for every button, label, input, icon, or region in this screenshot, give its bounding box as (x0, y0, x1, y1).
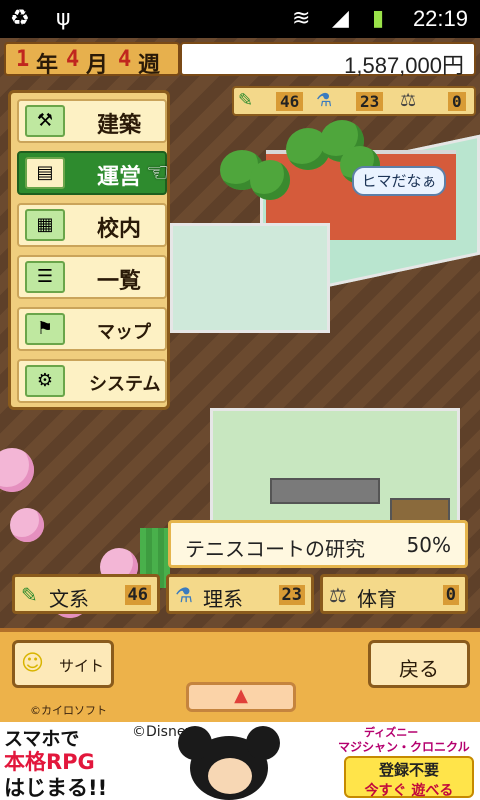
status-time: 22:19 (412, 6, 468, 31)
research-title: テニスコートの研究 (185, 537, 365, 561)
resource-value: 46 (276, 92, 304, 111)
status-bar: ♻ ψ ≋ ◢ ▮ 22:19 (0, 0, 480, 38)
ad-banner[interactable]: スマホで 本格RPG はじまる!! ©Disney ディズニー マジシャン・クロ… (0, 722, 480, 800)
ad-line-3: はじまる!! (4, 776, 108, 800)
ad-play-button[interactable]: 登録不要 今すぐ 遊べる (344, 756, 474, 799)
research-percent: 50% (406, 533, 451, 557)
list-icon: ☰ (25, 261, 65, 293)
menu-item-label: 一覧 (97, 269, 142, 294)
pencil-icon: ✎ (238, 90, 254, 111)
ad-button-line-1: 登録不要 (378, 761, 439, 779)
menu-item-label: システム (89, 374, 161, 395)
resource-value: 23 (356, 92, 384, 111)
site-button-label: サイト (59, 657, 105, 675)
month-unit: 月 (86, 53, 109, 78)
back-button[interactable]: 戻る (368, 640, 470, 688)
pencil-icon: ✎ (21, 583, 38, 607)
research-status: テニスコートの研究 50% (168, 520, 468, 568)
menu-item-map[interactable]: ⚑ マップ (17, 307, 167, 351)
stat-label: 理系 (203, 587, 243, 611)
menu-item-manage[interactable]: ▤ 運営 (17, 151, 167, 195)
resource-value: 0 (448, 92, 466, 111)
map-icon: ⚑ (25, 313, 65, 345)
arrow-up-icon: ▲ (234, 685, 248, 706)
expand-up-button[interactable]: ▲ (186, 682, 296, 712)
weight-icon: ⚖ (400, 90, 417, 111)
stat-humanities: ✎ 文系 46 (12, 574, 160, 614)
year-unit: 年 (36, 53, 59, 78)
week-unit: 週 (138, 53, 161, 78)
stat-value: 46 (124, 585, 151, 605)
stat-label: 文系 (49, 587, 89, 611)
ad-button-line-2: 今すぐ 遊べる (364, 783, 454, 799)
menu-item-label: 建築 (97, 113, 142, 138)
resource-summary: ✎ 46 ⚗ 23 ⚖ 0 (232, 86, 476, 116)
speech-bubble: ヒマだなぁ (352, 166, 446, 196)
week-number: 4 (118, 47, 132, 72)
year-number: 1 (16, 47, 30, 72)
flask-icon: ⚗ (316, 90, 333, 111)
desk-row (270, 478, 380, 504)
battery-charging-icon: ▮ (372, 6, 385, 31)
mickey-face (208, 758, 252, 794)
menu-item-campus[interactable]: ▦ 校内 (17, 203, 167, 247)
menu-item-label: 運営 (97, 165, 142, 190)
pink-tree (10, 508, 44, 542)
construction-icon: ⚒ (25, 105, 65, 137)
month-number: 4 (66, 47, 80, 72)
tree (250, 160, 290, 200)
kairo-face-icon: ☺ (21, 651, 44, 676)
pink-tree (0, 448, 34, 492)
site-button[interactable]: ☺ サイト (12, 640, 114, 688)
signal-icon: ◢ (332, 6, 349, 31)
management-icon: ▤ (25, 157, 65, 189)
recycle-icon: ♻ (10, 6, 30, 31)
ad-right-title-2: マジシャン・クロニクル (338, 740, 470, 754)
back-button-label: 戻る (399, 657, 439, 681)
school-icon: ▦ (25, 209, 65, 241)
menu-item-label: マップ (97, 322, 151, 343)
stat-value: 0 (442, 585, 459, 605)
stat-label: 体育 (357, 587, 397, 611)
stats-row: ✎ 文系 46 ⚗ 理系 23 ⚖ 体育 0 (12, 574, 468, 614)
hand-pointer-icon: ☜ (146, 158, 170, 188)
main-menu: ⚒ 建築 ▤ 運営 ▦ 校内 ☰ 一覧 ⚑ マップ ⚙ システム (8, 90, 170, 410)
money-display: 1,587,000円 (180, 42, 476, 78)
weight-icon: ⚖ (329, 583, 347, 607)
menu-item-build[interactable]: ⚒ 建築 (17, 99, 167, 143)
menu-item-system[interactable]: ⚙ システム (17, 359, 167, 403)
date-display: 1 年 4 月 4 週 (4, 42, 180, 78)
stat-science: ⚗ 理系 23 (166, 574, 314, 614)
flask-icon: ⚗ (175, 583, 193, 607)
classroom-upper[interactable] (170, 223, 330, 333)
wifi-icon: ≋ (292, 6, 311, 31)
system-icon: ⚙ (25, 365, 65, 397)
stat-value: 23 (278, 585, 305, 605)
stat-physical: ⚖ 体育 0 (320, 574, 468, 614)
menu-item-label: 校内 (97, 217, 142, 242)
money-value: 1,587,000円 (344, 53, 464, 78)
menu-item-list[interactable]: ☰ 一覧 (17, 255, 167, 299)
copyright: ©カイロソフト (30, 704, 107, 717)
usb-icon: ψ (56, 6, 71, 31)
